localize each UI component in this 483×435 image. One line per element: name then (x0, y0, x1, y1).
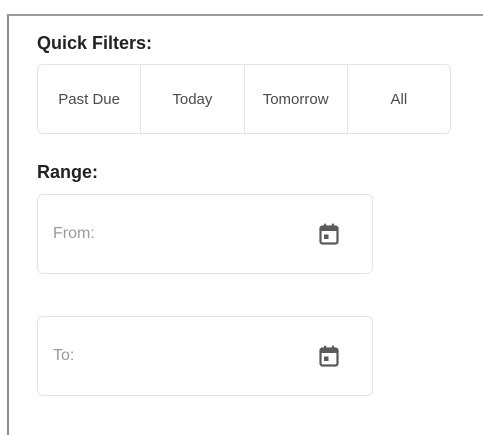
to-date-input[interactable] (53, 317, 303, 395)
past-due-filter-button[interactable]: Past Due (38, 65, 142, 133)
calendar-icon[interactable] (319, 345, 339, 367)
filter-panel: Quick Filters: Past Due Today Tomorrow A… (7, 14, 483, 435)
calendar-icon[interactable] (319, 223, 339, 245)
range-heading: Range: (37, 162, 99, 182)
all-filter-button[interactable]: All (348, 65, 450, 133)
quick-filters-heading: Quick Filters: (37, 33, 153, 53)
tomorrow-filter-button[interactable]: Tomorrow (245, 65, 348, 133)
quick-filters-group: Past Due Today Tomorrow All (37, 64, 451, 134)
from-date-input[interactable] (53, 195, 303, 273)
to-date-field[interactable] (37, 316, 373, 396)
from-date-field[interactable] (37, 194, 373, 274)
today-filter-button[interactable]: Today (141, 65, 245, 133)
